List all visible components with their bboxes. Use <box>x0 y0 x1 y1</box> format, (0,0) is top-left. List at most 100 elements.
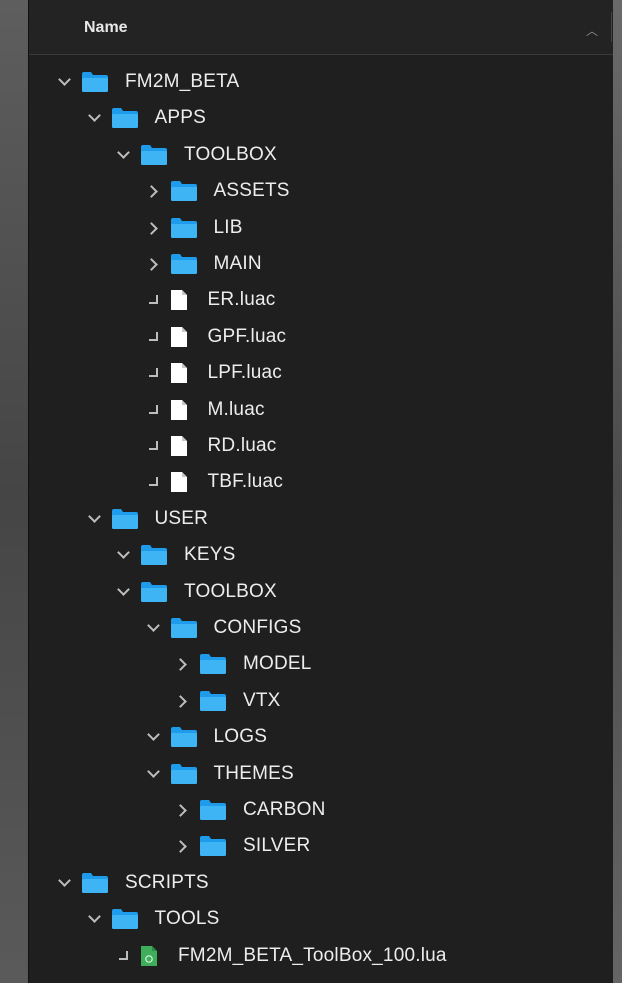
item-label: TOOLBOX <box>184 143 277 165</box>
chevron-down-icon[interactable] <box>87 912 101 926</box>
chevron-down-icon[interactable] <box>116 148 130 162</box>
file-row-fm2m-beta-toolbox-100-lua[interactable]: FM2M_BETA_ToolBox_100.lua <box>116 938 447 974</box>
file-row-gpf-luac[interactable]: GPF.luac <box>146 319 287 355</box>
folder-icon <box>199 690 227 712</box>
item-label: FM2M_BETA_ToolBox_100.lua <box>178 944 447 966</box>
item-label: VTX <box>243 689 281 711</box>
chevron-down-icon[interactable] <box>116 548 130 562</box>
folder-icon <box>170 180 198 202</box>
item-label: MODEL <box>243 653 312 675</box>
file-row-m-luac[interactable]: M.luac <box>146 392 265 428</box>
item-label: ER.luac <box>207 289 276 311</box>
folder-row-main[interactable]: MAIN <box>146 246 262 282</box>
chevron-down-icon[interactable] <box>146 767 160 781</box>
file-icon <box>170 471 188 493</box>
folder-icon <box>81 872 109 894</box>
folder-row-scripts[interactable]: SCRIPTS <box>57 865 209 901</box>
chevron-right-icon[interactable] <box>146 184 160 198</box>
lua-file-icon <box>140 945 158 967</box>
chevron-down-icon[interactable] <box>87 111 101 125</box>
folder-row-configs[interactable]: CONFIGS <box>146 610 302 646</box>
item-label: APPS <box>154 107 206 129</box>
item-label: RD.luac <box>207 435 277 456</box>
file-icon <box>170 435 188 457</box>
folder-icon <box>81 71 109 93</box>
chevron-right-icon[interactable] <box>146 257 160 271</box>
folder-icon <box>170 253 198 275</box>
folder-row-themes[interactable]: THEMES <box>146 756 294 792</box>
file-icon <box>170 362 188 384</box>
folder-icon <box>199 799 227 821</box>
file-row-rd-luac[interactable]: RD.luac <box>146 428 277 464</box>
folder-row-vtx[interactable]: VTX <box>175 683 281 719</box>
folder-row-lib[interactable]: LIB <box>146 210 243 246</box>
chevron-down-icon[interactable] <box>146 730 160 744</box>
chevron-right-icon[interactable] <box>175 839 189 853</box>
folder-row-keys[interactable]: KEYS <box>116 537 236 573</box>
item-label: LPF.luac <box>207 362 282 384</box>
disclosure-spacer <box>146 403 160 417</box>
folder-row-toolbox[interactable]: TOOLBOX <box>116 574 277 610</box>
name-column-title[interactable]: Name <box>84 19 128 37</box>
disclosure-spacer <box>146 330 160 344</box>
folder-row-model[interactable]: MODEL <box>175 646 312 682</box>
folder-row-tools[interactable]: TOOLS <box>87 901 220 937</box>
chevron-down-icon[interactable] <box>116 585 130 599</box>
item-label: FM2M_BETA <box>125 71 240 92</box>
item-label: LIB <box>213 216 243 238</box>
folder-icon <box>170 217 198 239</box>
column-separator[interactable] <box>611 12 612 42</box>
item-label: SILVER <box>243 835 311 857</box>
chevron-down-icon[interactable] <box>57 75 71 89</box>
folder-icon <box>199 653 227 675</box>
chevron-right-icon[interactable] <box>175 657 189 671</box>
folder-row-apps[interactable]: APPS <box>87 100 207 136</box>
folder-icon <box>111 508 139 530</box>
item-label: TOOLBOX <box>184 580 277 602</box>
disclosure-spacer <box>146 439 160 453</box>
disclosure-spacer <box>146 293 160 307</box>
file-icon <box>170 326 188 348</box>
chevron-right-icon[interactable] <box>175 803 189 817</box>
sort-ascending-icon[interactable]: ︿ <box>586 22 598 39</box>
item-label: LOGS <box>213 726 268 748</box>
item-label: MAIN <box>213 253 262 274</box>
file-row-er-luac[interactable]: ER.luac <box>146 282 276 318</box>
item-label: CONFIGS <box>213 617 302 638</box>
item-label: USER <box>154 507 209 529</box>
chevron-right-icon[interactable] <box>175 694 189 708</box>
item-label: M.luac <box>207 398 265 420</box>
folder-icon <box>140 144 168 166</box>
item-label: THEMES <box>213 762 294 784</box>
column-header[interactable]: Name ︿ <box>29 0 613 55</box>
folder-icon <box>170 726 198 748</box>
folder-row-carbon[interactable]: CARBON <box>175 792 326 828</box>
finder-list-view: Name ︿ FM2M_BETA APPS TOOLBOX ASSETS LIB MAIN… <box>28 0 613 983</box>
file-row-tbf-luac[interactable]: TBF.luac <box>146 464 284 500</box>
chevron-down-icon[interactable] <box>146 621 160 635</box>
disclosure-spacer <box>146 366 160 380</box>
file-row-lpf-luac[interactable]: LPF.luac <box>146 355 282 391</box>
folder-row-silver[interactable]: SILVER <box>175 828 310 864</box>
item-label: ASSETS <box>213 180 290 202</box>
chevron-down-icon[interactable] <box>87 512 101 526</box>
item-label: TBF.luac <box>207 471 284 493</box>
folder-icon <box>111 908 139 930</box>
folder-row-fm2m-beta[interactable]: FM2M_BETA <box>57 64 239 100</box>
folder-row-assets[interactable]: ASSETS <box>146 173 290 209</box>
item-label: CARBON <box>243 799 326 820</box>
folder-row-logs[interactable]: LOGS <box>146 719 268 755</box>
file-icon <box>170 289 188 311</box>
folder-row-user[interactable]: USER <box>87 501 209 537</box>
disclosure-spacer <box>116 949 130 963</box>
chevron-right-icon[interactable] <box>146 221 160 235</box>
item-label: KEYS <box>184 544 236 566</box>
disclosure-spacer <box>146 475 160 489</box>
folder-icon <box>170 617 198 639</box>
chevron-down-icon[interactable] <box>57 876 71 890</box>
folder-row-toolbox[interactable]: TOOLBOX <box>116 137 277 173</box>
folder-icon <box>199 835 227 857</box>
folder-icon <box>140 581 168 603</box>
desktop-background-left <box>0 0 28 983</box>
folder-icon <box>170 763 198 785</box>
